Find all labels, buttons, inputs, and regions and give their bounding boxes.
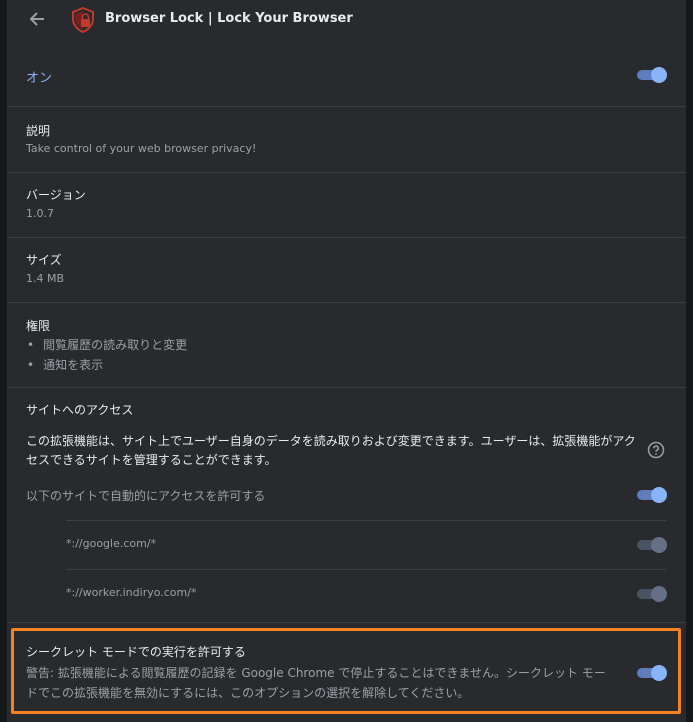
site-pattern: *://google.com/* <box>66 537 157 550</box>
page-title: Browser Lock | Lock Your Browser <box>105 11 353 26</box>
permission-item: 通知を表示 <box>27 356 103 373</box>
site-pattern: *://worker.indiryo.com/* <box>66 586 197 599</box>
site-toggle[interactable] <box>635 537 667 553</box>
extension-details-panel: Browser Lock | Lock Your Browser オン 説明 T… <box>7 0 686 722</box>
divider <box>7 237 686 238</box>
size-value: 1.4 MB <box>26 272 65 285</box>
toggle-knob <box>651 586 667 602</box>
left-sidebar <box>0 0 7 722</box>
toggle-knob <box>651 67 667 83</box>
shield-lock-logo <box>70 6 96 34</box>
help-icon[interactable] <box>647 441 665 459</box>
site-toggle[interactable] <box>635 586 667 602</box>
incognito-label: シークレット モードでの実行を許可する <box>26 645 246 659</box>
divider <box>7 172 686 173</box>
auto-allow-toggle[interactable] <box>635 487 667 503</box>
site-access-description: この拡張機能は、サイト上でユーザー自身のデータを読み取りおよび変更できます。ユー… <box>26 434 636 467</box>
divider <box>7 106 686 107</box>
divider <box>66 569 666 570</box>
enabled-toggle[interactable] <box>635 67 667 83</box>
auto-allow-label: 以下のサイトで自動的にアクセスを許可する <box>26 489 266 503</box>
size-label: サイズ <box>26 253 62 267</box>
arrow-left-icon[interactable] <box>27 9 47 29</box>
right-sidebar <box>686 0 693 722</box>
version-value: 1.0.7 <box>26 207 54 220</box>
divider <box>7 302 686 303</box>
incognito-toggle[interactable] <box>635 665 667 681</box>
description-label: 説明 <box>26 124 51 138</box>
permissions-label: 権限 <box>26 319 51 333</box>
divider <box>66 520 666 521</box>
divider <box>7 622 686 623</box>
description-value: Take control of your web browser privacy… <box>26 142 257 155</box>
enabled-label: オン <box>26 71 53 86</box>
divider <box>7 387 686 388</box>
toggle-knob <box>651 665 667 681</box>
permission-item: 閲覧履歴の読み取りと変更 <box>27 336 187 353</box>
header: Browser Lock | Lock Your Browser <box>7 0 686 40</box>
toggle-knob <box>651 487 667 503</box>
toggle-knob <box>651 537 667 553</box>
site-access-label: サイトへのアクセス <box>26 403 134 417</box>
version-label: バージョン <box>26 188 86 202</box>
incognito-warning: 警告: 拡張機能による閲覧履歴の記録を Google Chrome で停止するこ… <box>26 666 606 700</box>
